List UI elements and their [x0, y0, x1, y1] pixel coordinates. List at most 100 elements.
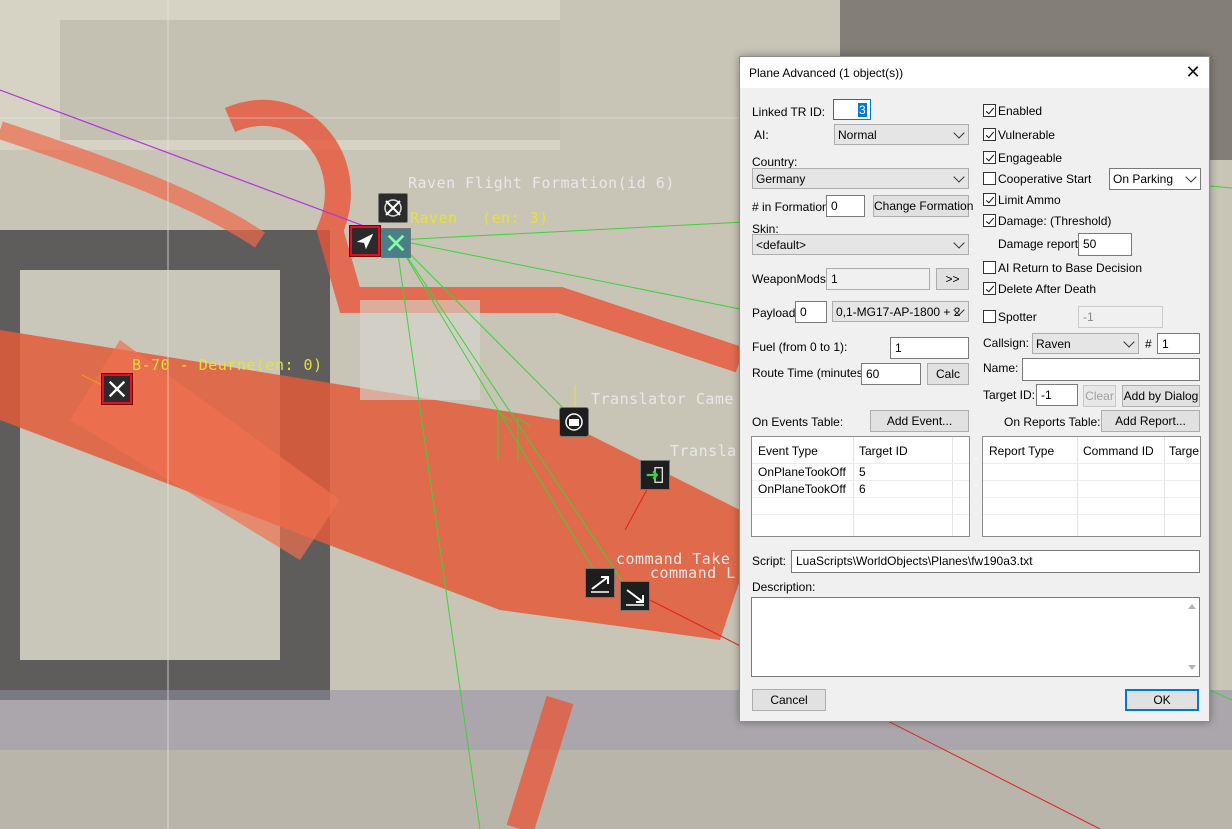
chevron-down-icon [1123, 336, 1135, 348]
events-table-label: On Events Table: [752, 415, 844, 429]
weaponmods-label: WeaponMods: [752, 272, 830, 286]
ai-label: AI: [754, 128, 769, 142]
engageable-checkbox[interactable] [983, 151, 996, 164]
calc-button[interactable]: Calc [927, 363, 969, 385]
damage-report-label: Damage report: [998, 237, 1082, 251]
cooperative-start-label: Cooperative Start [998, 172, 1092, 186]
reports-col-report-type: Report Type [989, 444, 1055, 458]
name-input[interactable] [1022, 358, 1200, 381]
damage-report-input[interactable]: 50 [1078, 233, 1132, 256]
limit-ammo-label: Limit Ammo [998, 193, 1061, 207]
events-col-event-type: Event Type [758, 444, 818, 458]
events-col-target-id: Target ID [859, 444, 908, 458]
callsign-label: Callsign: [983, 336, 1030, 350]
linked-tr-id-label: Linked TR ID: [752, 105, 826, 119]
map-label-raven-en: (en: 3) [482, 209, 549, 227]
script-label: Script: [752, 554, 787, 568]
enter-icon[interactable] [640, 460, 670, 490]
country-label: Country: [752, 155, 798, 169]
script-input[interactable]: LuaScripts\WorldObjects\Planes\fw190a3.t… [791, 550, 1200, 573]
payload-label: Payload: [752, 306, 799, 320]
table-row-cell[interactable]: OnPlaneTookOff [758, 482, 846, 496]
scroll-up-icon[interactable] [1188, 604, 1196, 609]
spotter-checkbox[interactable] [983, 310, 996, 323]
fuel-label: Fuel (from 0 to 1): [752, 340, 848, 354]
callsign-select[interactable]: Raven [1032, 333, 1139, 354]
callsign-number-label: # [1145, 337, 1152, 351]
ai-return-label: AI Return to Base Decision [998, 261, 1143, 275]
spotter-input[interactable]: -1 [1078, 306, 1163, 328]
skin-select[interactable]: <default> [752, 234, 969, 255]
dialog-title: Plane Advanced (1 object(s)) [749, 66, 904, 80]
chevron-down-icon [1185, 171, 1197, 183]
cooperative-start-select[interactable]: On Parking [1109, 168, 1201, 190]
chevron-down-icon [953, 171, 965, 183]
reports-col-target: Targe [1169, 444, 1200, 458]
name-label: Name: [983, 361, 1019, 375]
command-land-icon[interactable] [620, 581, 650, 611]
map-label-translator-camera: Translator Came [591, 390, 734, 408]
map-label-translator: Transla [670, 442, 737, 460]
damage-label: Damage: (Threshold) [998, 214, 1112, 228]
vulnerable-checkbox[interactable] [983, 128, 996, 141]
formation-icon[interactable] [378, 193, 408, 223]
payload-select[interactable]: 0,1-MG17-AP-1800 + 2 [832, 301, 969, 322]
plane-icon-selected[interactable] [350, 226, 380, 256]
waypoint-icon-selected[interactable] [381, 228, 411, 258]
linked-tr-id-input[interactable]: 3 [833, 99, 871, 120]
description-textarea[interactable] [751, 597, 1200, 677]
vulnerable-label: Vulnerable [998, 128, 1055, 142]
table-row-cell[interactable]: OnPlaneTookOff [758, 465, 846, 479]
limit-ammo-checkbox[interactable] [983, 193, 996, 206]
weaponmods-button[interactable]: >> [936, 268, 969, 290]
description-label: Description: [752, 580, 816, 594]
add-report-button[interactable]: Add Report... [1101, 410, 1200, 432]
payload-input[interactable]: 0 [795, 301, 827, 323]
cooperative-start-checkbox[interactable] [983, 172, 996, 185]
events-table[interactable]: Event Type Target ID OnPlaneTookOff 5 On… [751, 436, 970, 537]
chevron-down-icon [953, 127, 965, 139]
map-label-b70: B-70 - Deurne(en: 0) [132, 356, 323, 374]
reports-table[interactable]: Report Type Command ID Targe [982, 436, 1201, 537]
table-row-cell[interactable]: 6 [859, 482, 866, 496]
b70-plane-icon[interactable] [102, 374, 132, 404]
scroll-down-icon[interactable] [1188, 665, 1196, 670]
route-time-input[interactable]: 60 [861, 363, 921, 385]
command-takeoff-icon[interactable] [585, 568, 615, 598]
ok-button[interactable]: OK [1125, 689, 1199, 711]
damage-checkbox[interactable] [983, 214, 996, 227]
plane-advanced-dialog: Plane Advanced (1 object(s)) ✕ Linked TR… [739, 56, 1210, 722]
change-formation-button[interactable]: Change Formation [873, 195, 973, 217]
route-time-label: Route Time (minutes): [752, 366, 871, 380]
fuel-input[interactable]: 1 [890, 337, 969, 359]
in-formation-input[interactable]: 0 [826, 195, 865, 217]
target-id-label: Target ID: [983, 388, 1036, 402]
callsign-number-input[interactable]: 1 [1157, 333, 1200, 354]
dialog-titlebar[interactable]: Plane Advanced (1 object(s)) ✕ [740, 57, 1209, 88]
country-select[interactable]: Germany [752, 168, 969, 189]
ai-return-checkbox[interactable] [983, 261, 996, 274]
enabled-label: Enabled [998, 104, 1043, 118]
camera-icon[interactable] [559, 407, 589, 437]
reports-table-label: On Reports Table: [1004, 415, 1101, 429]
ai-select[interactable]: Normal [834, 124, 969, 145]
in-formation-label: # in Formation: [752, 200, 833, 214]
table-row-cell[interactable]: 5 [859, 465, 866, 479]
add-event-button[interactable]: Add Event... [870, 410, 969, 432]
map-label-command-l: command L [650, 564, 736, 582]
chevron-down-icon [953, 237, 965, 249]
add-by-dialog-button[interactable]: Add by Dialog [1122, 385, 1200, 407]
close-icon[interactable]: ✕ [1185, 63, 1201, 81]
target-id-input[interactable]: -1 [1036, 384, 1078, 406]
clear-button[interactable]: Clear [1083, 385, 1116, 407]
enabled-checkbox[interactable] [983, 104, 996, 117]
spotter-label: Spotter [998, 310, 1037, 324]
delete-after-death-label: Delete After Death [998, 282, 1097, 296]
cancel-button[interactable]: Cancel [752, 689, 826, 711]
weaponmods-input[interactable]: 1 [826, 268, 930, 290]
reports-col-command-id: Command ID [1083, 444, 1154, 458]
delete-after-death-checkbox[interactable] [983, 282, 996, 295]
map-label-raven: Raven [410, 209, 458, 227]
engageable-label: Engageable [998, 151, 1063, 165]
map-label-raven-formation: Raven Flight Formation(id 6) [408, 174, 675, 192]
